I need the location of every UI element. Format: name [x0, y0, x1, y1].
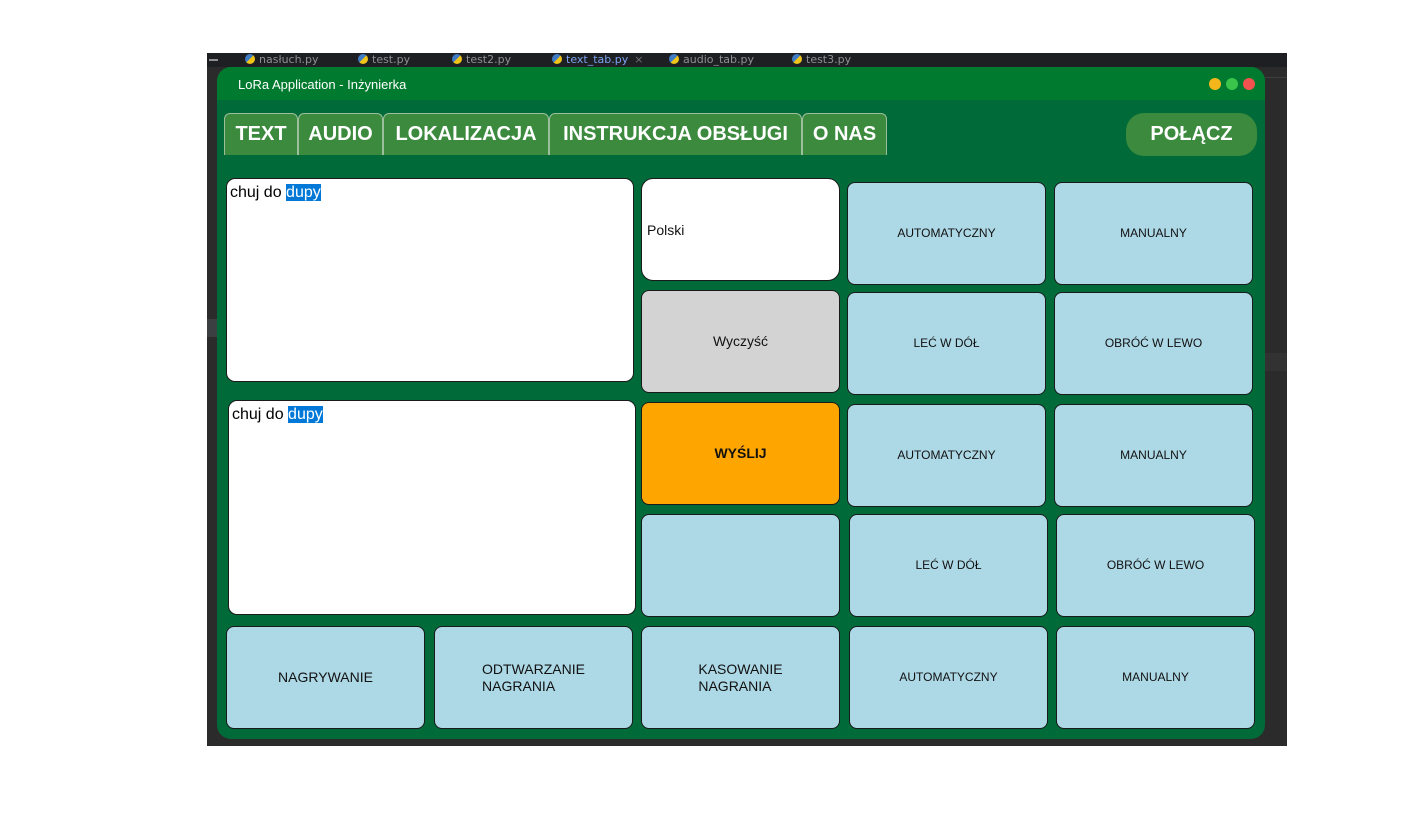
python-file-icon: [245, 54, 255, 64]
tab-instrukcja[interactable]: INSTRUKCJA OBSŁUGI: [549, 113, 802, 155]
maximize-icon[interactable]: [1226, 78, 1238, 90]
tab-lokalizacja[interactable]: LOKALIZACJA: [383, 113, 549, 155]
ide-tab-audio-tab[interactable]: audio_tab.py: [669, 53, 754, 67]
language-select[interactable]: Polski: [641, 178, 840, 281]
manual-button-1[interactable]: MANUALNY: [1054, 182, 1253, 285]
ide-gutter-marker: [207, 319, 217, 337]
send-button[interactable]: WYŚLIJ: [641, 402, 840, 505]
auto-button-1[interactable]: AUTOMATYCZNY: [847, 182, 1046, 285]
record-button[interactable]: NAGRYWANIE: [226, 626, 425, 729]
ide-divider: [1265, 353, 1287, 371]
python-file-icon: [792, 54, 802, 64]
python-file-icon: [358, 54, 368, 64]
fly-down-button-2[interactable]: LEĆ W DÓŁ: [849, 514, 1048, 617]
play-recording-button[interactable]: ODTWARZANIE NAGRANIA: [434, 626, 633, 729]
input-text-selection: dupy: [286, 184, 321, 201]
input-text-area[interactable]: chuj do dupy: [226, 178, 634, 382]
title-bar[interactable]: LoRa Application - Inżynierka: [217, 67, 1265, 100]
fly-down-button-1[interactable]: LEĆ W DÓŁ: [847, 292, 1046, 395]
tab-text[interactable]: TEXT: [224, 113, 298, 155]
clear-button[interactable]: Wyczyść: [641, 290, 840, 393]
ide-tab-nasluch[interactable]: nasłuch.py: [245, 53, 319, 67]
blank-button[interactable]: [641, 514, 840, 617]
auto-button-3[interactable]: AUTOMATYCZNY: [849, 626, 1048, 729]
ide-menu-icon[interactable]: [209, 59, 218, 61]
output-text-selection: dupy: [288, 406, 323, 423]
input-text: chuj do: [230, 184, 287, 201]
close-icon[interactable]: ×: [634, 53, 643, 66]
python-file-icon: [452, 54, 462, 64]
rotate-left-button-2[interactable]: OBRÓĆ W LEWO: [1056, 514, 1255, 617]
tab-o-nas[interactable]: O NAS: [802, 113, 887, 155]
output-text-area[interactable]: chuj do dupy: [228, 400, 636, 615]
delete-recording-button[interactable]: KASOWANIE NAGRANIA: [641, 626, 840, 729]
ide-tab-test3[interactable]: test3.py: [792, 53, 851, 67]
app-window: LoRa Application - Inżynierka TEXT AUDIO…: [217, 67, 1265, 739]
ide-tab-test[interactable]: test.py: [358, 53, 410, 67]
python-file-icon: [669, 54, 679, 64]
ide-tab-test2[interactable]: test2.py: [452, 53, 511, 67]
auto-button-2[interactable]: AUTOMATYCZNY: [847, 404, 1046, 507]
manual-button-3[interactable]: MANUALNY: [1056, 626, 1255, 729]
ide-tab-bar: nasłuch.py test.py test2.py text_tab.py ×…: [207, 53, 1287, 67]
ide-tab-text-tab[interactable]: text_tab.py ×: [552, 53, 643, 67]
output-text: chuj do: [232, 406, 289, 423]
rotate-left-button-1[interactable]: OBRÓĆ W LEWO: [1054, 292, 1253, 395]
close-icon[interactable]: [1243, 78, 1255, 90]
tab-audio[interactable]: AUDIO: [298, 113, 383, 155]
minimize-icon[interactable]: [1209, 78, 1221, 90]
ide-gutter: [207, 67, 217, 746]
manual-button-2[interactable]: MANUALNY: [1054, 404, 1253, 507]
window-title: LoRa Application - Inżynierka: [238, 77, 407, 92]
python-file-icon: [552, 54, 562, 64]
connect-button[interactable]: POŁĄCZ: [1126, 113, 1257, 156]
ide-divider: [1265, 77, 1287, 78]
